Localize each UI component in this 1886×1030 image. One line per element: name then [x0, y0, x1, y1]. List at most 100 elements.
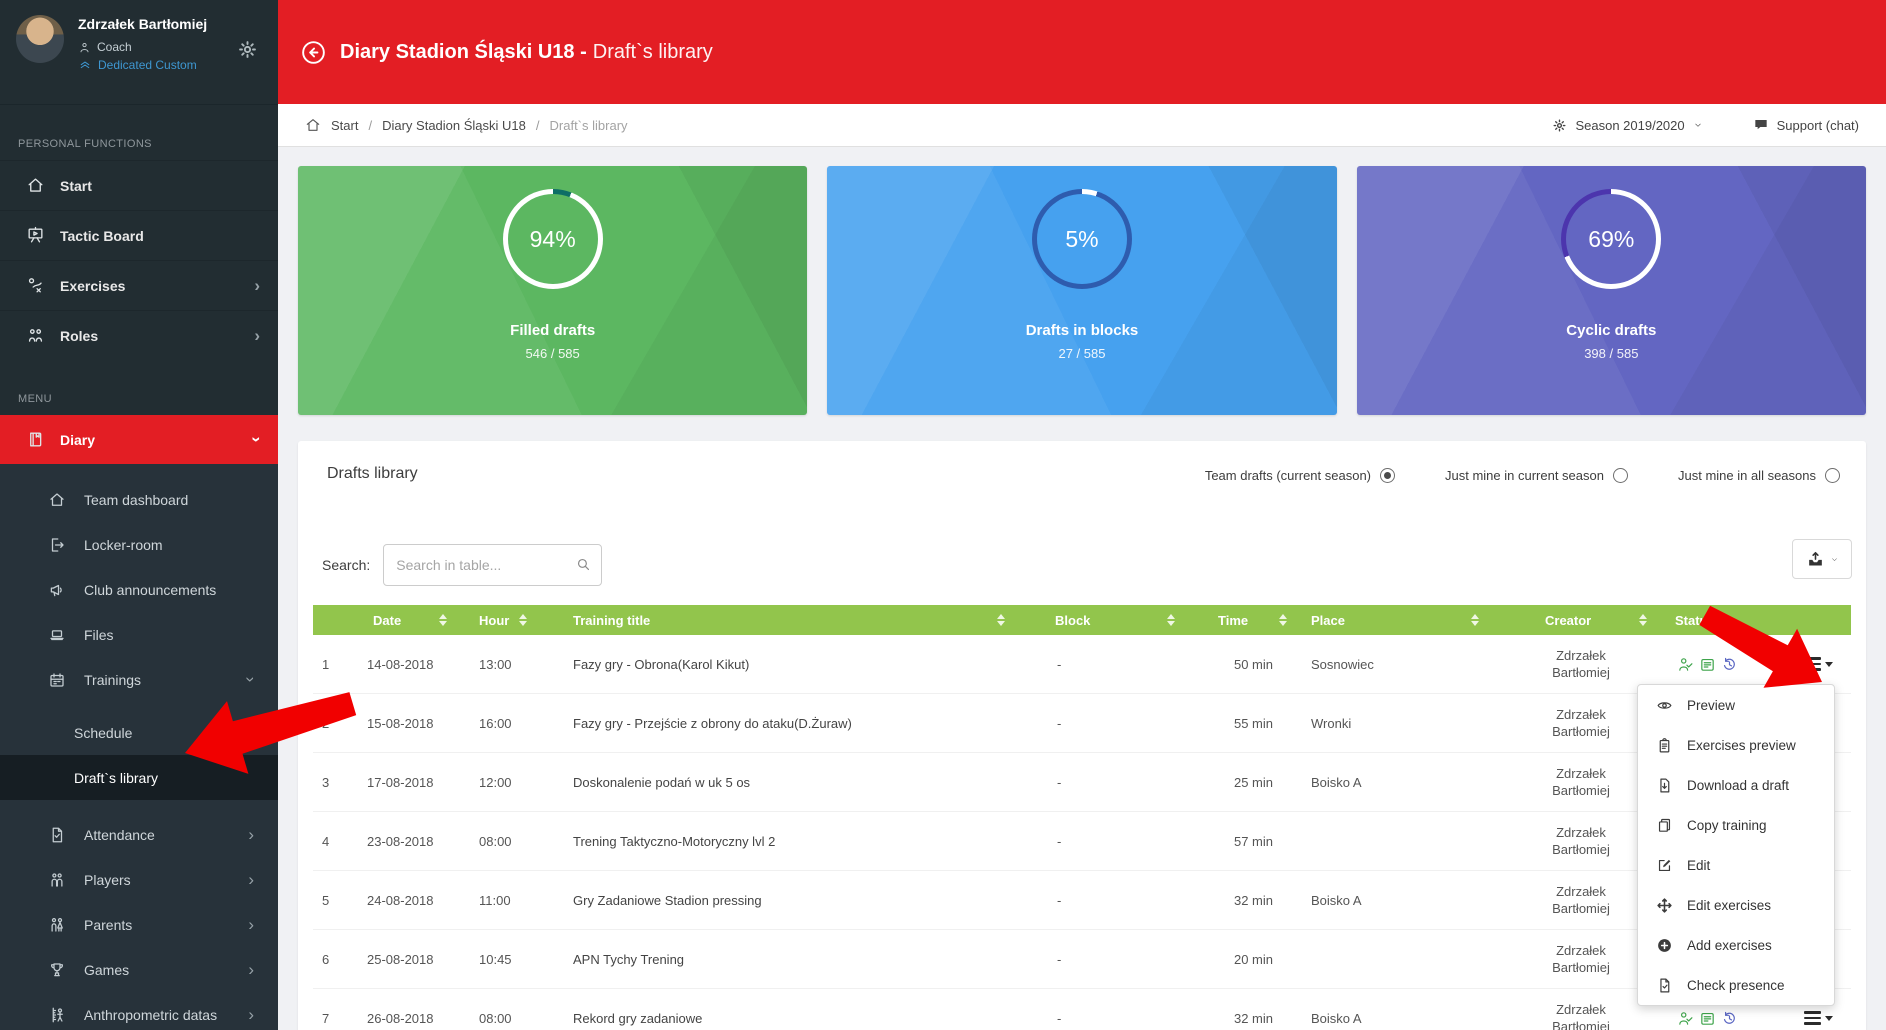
sidebar-item-players[interactable]: Players ›: [0, 857, 278, 902]
export-button[interactable]: [1792, 539, 1852, 579]
sidebar-item-roles[interactable]: Roles ›: [0, 310, 278, 360]
cell-time: 25 min: [1233, 774, 1273, 790]
sort-icon[interactable]: [997, 614, 1005, 626]
header-date[interactable]: Date: [357, 605, 465, 635]
cell-hour: 16:00: [479, 715, 512, 731]
cell-hour: 10:45: [479, 951, 512, 967]
sort-icon[interactable]: [1167, 614, 1175, 626]
sidebar-item-exercises[interactable]: Exercises ›: [0, 260, 278, 310]
sort-icon[interactable]: [519, 614, 527, 626]
header-creator[interactable]: Creator: [1497, 605, 1665, 635]
user-panel: Zdrzałek Bartłomiej Coach Dedicated Cust…: [0, 0, 278, 105]
attendance-doc-check-icon: [52, 827, 63, 842]
menu-item-preview[interactable]: Preview: [1638, 685, 1834, 725]
radio-selected-icon[interactable]: [1380, 468, 1396, 483]
cell-training-title: Rekord gry zadaniowe: [573, 1010, 703, 1026]
sort-icon[interactable]: [1471, 614, 1479, 626]
user-badge-row[interactable]: Dedicated Custom: [78, 58, 197, 72]
card-count: 546 / 585: [525, 346, 580, 361]
cell-time: 32 min: [1233, 1010, 1273, 1026]
sidebar-item-trainings[interactable]: Trainings ›: [0, 657, 278, 702]
sidebar-item-tactic-board[interactable]: Tactic Board: [0, 210, 278, 260]
table-header: Date Hour Training title Block Time Plac…: [313, 605, 1851, 635]
radio-icon[interactable]: [1825, 468, 1840, 483]
sidebar-item-drafts-library[interactable]: Draft`s library: [0, 755, 278, 800]
page-subtitle: Draft`s library: [592, 40, 713, 63]
season-selector[interactable]: Season 2019/2020: [1552, 118, 1702, 133]
menu-item-download-draft[interactable]: Download a draft: [1638, 765, 1834, 805]
cell-block: -: [1057, 774, 1062, 790]
header-block[interactable]: Block: [1045, 605, 1193, 635]
sidebar-item-parents[interactable]: Parents ›: [0, 902, 278, 947]
home-icon: [306, 119, 320, 131]
cell-block: -: [1057, 715, 1062, 731]
cell-creator: Zdrzałek Bartłomiej: [1552, 648, 1610, 680]
sidebar-item-games[interactable]: Games ›: [0, 947, 278, 992]
sidebar-item-schedule[interactable]: Schedule: [0, 710, 278, 755]
sidebar-item-diary[interactable]: Diary ›: [0, 415, 278, 464]
back-button[interactable]: [300, 39, 327, 66]
menu-item-check-presence[interactable]: Check presence: [1638, 965, 1834, 1005]
breadcrumb-start[interactable]: Start: [331, 118, 358, 133]
menu-item-exercises-preview[interactable]: Exercises preview: [1638, 725, 1834, 765]
radio-icon[interactable]: [1612, 468, 1628, 483]
sidebar-item-team-dashboard[interactable]: Team dashboard: [0, 477, 278, 522]
chevron-right-icon: ›: [248, 915, 254, 934]
history-icon: [1723, 1011, 1735, 1024]
menu-item-copy-training[interactable]: Copy training: [1638, 805, 1834, 845]
row-actions-menu-button[interactable]: [1804, 1011, 1833, 1025]
header-training-title[interactable]: Training title: [545, 605, 1045, 635]
cell-hour: 08:00: [479, 1010, 512, 1026]
user-role: Coach: [97, 40, 132, 54]
menu-item-add-exercises[interactable]: Add exercises: [1638, 925, 1834, 965]
filter-just-mine-all-seasons[interactable]: Just mine in all seasons: [1678, 468, 1840, 483]
header-place[interactable]: Place: [1305, 605, 1497, 635]
settings-gear-icon[interactable]: [237, 39, 258, 65]
coach-check-icon: [1679, 657, 1693, 671]
cell-place: Boisko A: [1311, 892, 1362, 908]
card-cyclic-drafts: 69% Cyclic drafts 398 / 585: [1356, 166, 1866, 415]
progress-percent: 5%: [1036, 194, 1127, 284]
search-input[interactable]: [383, 544, 603, 586]
chevron-right-icon: ›: [254, 276, 260, 295]
sort-icon[interactable]: [439, 614, 447, 626]
sidebar-item-club-announcements[interactable]: Club announcements: [0, 567, 278, 612]
table-row: 7 26-08-2018 08:00 Rekord gry zadaniowe …: [313, 989, 1851, 1030]
support-chat-button[interactable]: Support (chat): [1753, 117, 1859, 133]
cell-date: 23-08-2018: [367, 833, 434, 849]
row-actions-menu-button[interactable]: [1804, 657, 1833, 671]
diary-book-icon: [30, 432, 42, 447]
header-time[interactable]: Time: [1193, 605, 1305, 635]
menu-item-edit[interactable]: Edit: [1638, 845, 1834, 885]
header-status[interactable]: Status: [1665, 605, 1851, 635]
sidebar-section-personal: PERSONAL FUNCTIONS: [18, 138, 152, 150]
person-icon: [80, 42, 89, 52]
sidebar-item-locker-room[interactable]: Locker-room: [0, 522, 278, 567]
filter-just-mine-current-season[interactable]: Just mine in current season: [1445, 468, 1628, 483]
draft-document-icon: [1701, 1012, 1714, 1025]
cell-hour: 11:00: [479, 892, 511, 908]
sidebar-item-attendance[interactable]: Attendance ›: [0, 812, 278, 857]
sidebar-item-start[interactable]: Start: [0, 160, 278, 210]
page-header: Diary Stadion Śląski U18 - Draft`s librar…: [278, 0, 1886, 104]
progress-ring: 69%: [1561, 189, 1662, 289]
presentation-board-icon: [28, 226, 43, 243]
cell-time: 20 min: [1233, 951, 1273, 967]
table-row: 3 17-08-2018 12:00 Doskonalenie podań w …: [313, 753, 1851, 812]
filter-team-drafts[interactable]: Team drafts (current season): [1205, 468, 1396, 483]
season-label: Season 2019/2020: [1575, 117, 1685, 133]
cell-time: 50 min: [1233, 656, 1273, 672]
cell-hour: 13:00: [479, 656, 512, 672]
cell-date: 24-08-2018: [367, 892, 434, 908]
parents-icon: [51, 917, 63, 932]
sidebar-item-files[interactable]: Files: [0, 612, 278, 657]
sidebar-item-anthropometric-datas[interactable]: Anthropometric datas ›: [0, 992, 278, 1030]
header-hour[interactable]: Hour: [465, 605, 545, 635]
row-number: 7: [322, 1010, 330, 1026]
app-root: Zdrzałek Bartłomiej Coach Dedicated Cust…: [0, 0, 1886, 1030]
menu-item-edit-exercises[interactable]: Edit exercises: [1638, 885, 1834, 925]
cell-training-title: Fazy gry - Przejście z obrony do ataku(D…: [573, 715, 852, 731]
breadcrumb-team[interactable]: Diary Stadion Śląski U18: [382, 118, 526, 133]
sort-icon[interactable]: [1639, 614, 1647, 626]
sort-icon[interactable]: [1279, 614, 1287, 626]
